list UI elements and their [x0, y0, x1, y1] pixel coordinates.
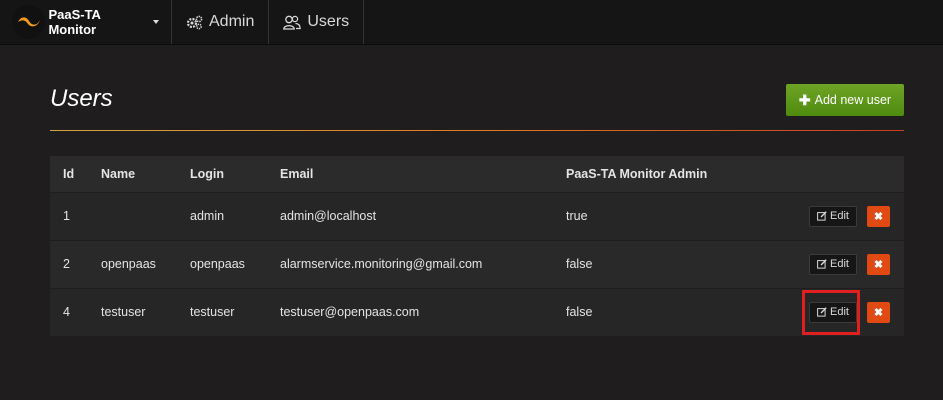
- add-new-user-label: Add new user: [814, 93, 892, 107]
- cell-login: openpaas: [190, 240, 280, 289]
- nav-admin[interactable]: Admin: [172, 0, 270, 44]
- cell-email: alarmservice.monitoring@gmail.com: [280, 240, 566, 289]
- header-admin: PaaS-TA Monitor Admin: [566, 156, 786, 193]
- cell-email: testuser@openpaas.com: [280, 288, 566, 337]
- cogs-icon: [186, 15, 203, 29]
- nav-admin-label: Admin: [209, 13, 255, 30]
- header-email: Email: [280, 156, 566, 193]
- delete-user-button[interactable]: ✖: [867, 205, 890, 227]
- brand-menu[interactable]: PaaS-TA Monitor: [0, 0, 172, 44]
- edit-user-button[interactable]: Edit: [809, 253, 857, 275]
- edit-icon: [817, 307, 827, 317]
- cell-login: admin: [190, 192, 280, 241]
- cell-id: 2: [50, 240, 101, 289]
- header-divider: [50, 130, 904, 131]
- brand-label: PaaS-TA Monitor: [48, 7, 101, 37]
- cell-name: [101, 192, 190, 241]
- cell-id: 1: [50, 192, 101, 241]
- cell-actions: Edit ✖: [786, 288, 904, 337]
- cell-admin: false: [566, 288, 786, 337]
- caret-down-icon: [153, 20, 159, 24]
- remove-icon: ✖: [873, 306, 884, 319]
- edit-user-button[interactable]: Edit: [809, 205, 857, 227]
- table-row: 1 admin admin@localhost true Edit ✖: [50, 192, 904, 241]
- users-table: Id Name Login Email PaaS-TA Monitor Admi…: [50, 156, 904, 337]
- cell-admin: false: [566, 240, 786, 289]
- header-login: Login: [190, 156, 280, 193]
- nav-users[interactable]: Users: [269, 0, 365, 44]
- table-header-row: Id Name Login Email PaaS-TA Monitor Admi…: [50, 156, 904, 193]
- cell-email: admin@localhost: [280, 192, 566, 241]
- page-title: Users: [50, 85, 113, 112]
- edit-label: Edit: [830, 210, 849, 222]
- edit-label: Edit: [830, 306, 849, 318]
- cell-name: testuser: [101, 288, 190, 337]
- delete-user-button[interactable]: ✖: [867, 253, 890, 275]
- paasta-logo-icon: [12, 5, 46, 39]
- cell-id: 4: [50, 288, 101, 337]
- delete-user-button[interactable]: ✖: [867, 301, 890, 323]
- table-row: 4 testuser testuser testuser@openpaas.co…: [50, 288, 904, 337]
- edit-icon: [817, 259, 827, 269]
- cell-actions: Edit ✖: [786, 192, 904, 241]
- cell-actions: Edit ✖: [786, 240, 904, 289]
- cell-name: openpaas: [101, 240, 190, 289]
- remove-icon: ✖: [873, 258, 884, 271]
- users-icon: [283, 15, 302, 30]
- header-actions: [786, 156, 904, 193]
- cell-login: testuser: [190, 288, 280, 337]
- table-row: 2 openpaas openpaas alarmservice.monitor…: [50, 240, 904, 289]
- add-new-user-button[interactable]: ✚ Add new user: [786, 84, 904, 116]
- header-id: Id: [50, 156, 101, 193]
- top-navbar: PaaS-TA Monitor Admin Users: [0, 0, 943, 45]
- edit-user-button[interactable]: Edit: [809, 301, 857, 323]
- edit-label: Edit: [830, 258, 849, 270]
- nav-users-label: Users: [307, 13, 350, 30]
- plus-icon: ✚: [798, 91, 811, 108]
- edit-icon: [817, 211, 827, 221]
- remove-icon: ✖: [873, 210, 884, 223]
- header-name: Name: [101, 156, 190, 193]
- cell-admin: true: [566, 192, 786, 241]
